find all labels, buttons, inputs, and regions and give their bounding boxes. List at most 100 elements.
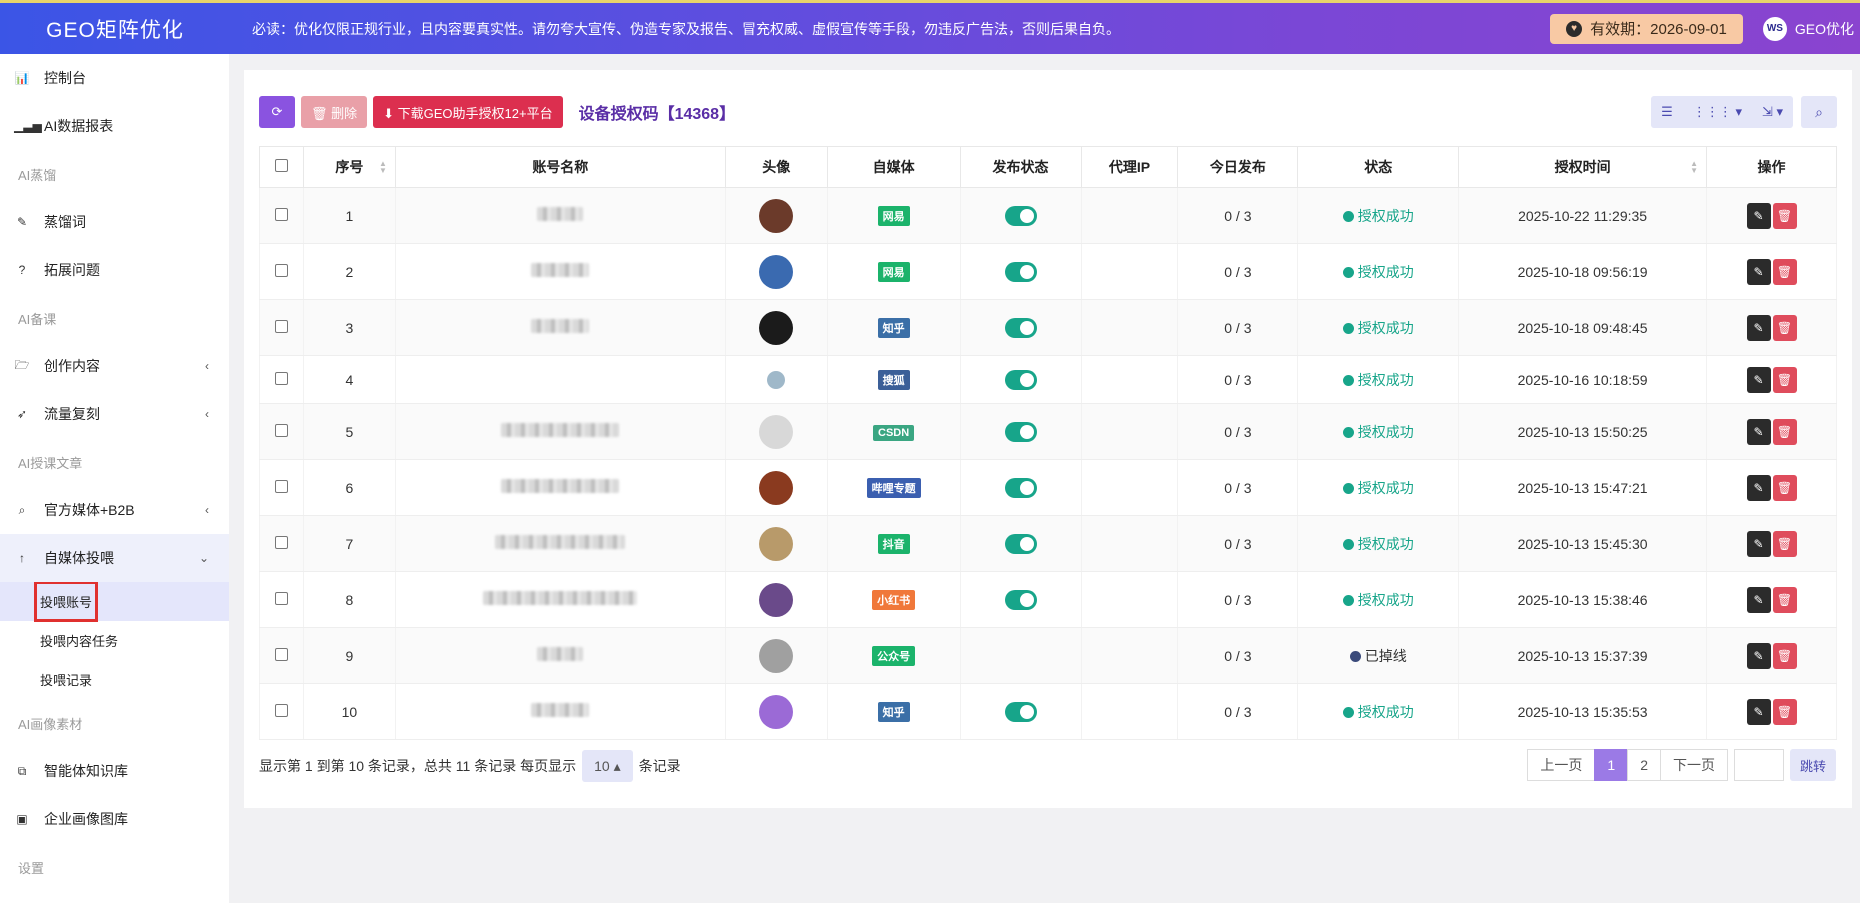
publish-toggle[interactable] (1004, 261, 1037, 282)
sidebar-item[interactable]: 🗁 创作内容 ‹ (0, 342, 229, 390)
page-number-button[interactable]: 2 (1627, 749, 1661, 781)
sidebar-item[interactable]: ✎AI创作指令 (0, 891, 229, 903)
trash-icon[interactable]: 🗑 (1772, 314, 1797, 341)
sidebar-item[interactable]: ▁▃▅ AI数据报表 (0, 102, 229, 150)
edit-icon[interactable]: ✎ (1746, 366, 1771, 393)
columns-icon[interactable]: ⋮⋮⋮ ▾ (1683, 96, 1752, 128)
status-text: 授权成功 (1357, 479, 1414, 496)
sidebar-item[interactable]: 📊 控制台 (0, 54, 229, 102)
validity-badge: ♥ 有效期：2026-09-01 (1550, 13, 1743, 44)
status-dot (1342, 706, 1354, 718)
next-page-button[interactable]: 下一页 (1659, 749, 1728, 781)
row-checkbox[interactable] (274, 423, 288, 437)
account-name-cell (394, 187, 726, 244)
status-text: 授权成功 (1357, 371, 1414, 388)
download-assistant-button[interactable]: ⬇ 下载GEO助手授权12+平台 (373, 96, 563, 128)
column-header: 自媒体 (826, 146, 961, 188)
delete-button[interactable]: 🗑 删除 (301, 96, 368, 128)
publish-toggle[interactable] (1004, 701, 1037, 722)
media-badge: 抖音 (877, 533, 910, 554)
today-publish-cell: 0 / 3 (1177, 299, 1299, 356)
edit-icon[interactable]: ✎ (1746, 258, 1771, 285)
edit-icon[interactable]: ✎ (1746, 474, 1771, 501)
trash-icon[interactable]: 🗑 (1772, 530, 1797, 557)
row-checkbox[interactable] (274, 371, 288, 385)
edit-icon[interactable]: ✎ (1746, 642, 1771, 669)
publish-toggle[interactable] (1004, 421, 1037, 442)
index-cell: 9 (302, 627, 396, 684)
trash-icon[interactable]: 🗑 (1772, 366, 1797, 393)
edit-icon[interactable]: ✎ (1746, 418, 1771, 445)
publish-toggle[interactable] (1004, 533, 1037, 554)
sidebar-subitem[interactable]: 投喂内容任务 (0, 621, 229, 660)
status-text: 授权成功 (1357, 263, 1414, 280)
sort-icon[interactable]: ▲ ▼ (1690, 160, 1698, 175)
index-cell: 2 (302, 243, 396, 300)
column-header[interactable]: 序号 ▲ ▼ (302, 146, 396, 188)
edit-icon[interactable]: ✎ (1746, 202, 1771, 229)
list-view-icon[interactable]: ☰ (1651, 96, 1683, 128)
row-checkbox[interactable] (274, 647, 288, 661)
prev-page-button[interactable]: 上一页 (1527, 749, 1596, 781)
user-menu[interactable]: WS GEO优化 (1762, 16, 1854, 41)
trash-icon[interactable]: 🗑 (1772, 698, 1797, 725)
proxy-ip-cell (1080, 515, 1179, 572)
sidebar-item[interactable]: ➶ 流量复刻 ‹ (0, 390, 229, 438)
row-checkbox[interactable] (274, 207, 288, 221)
sidebar-item[interactable]: ✎ 蒸馏词 (0, 198, 229, 246)
edit-icon[interactable]: ✎ (1746, 698, 1771, 725)
row-checkbox[interactable] (274, 703, 288, 717)
sidebar-item[interactable]: ↑ 自媒体投喂 ⌄ (0, 534, 229, 582)
column-header-label: 序号 (335, 159, 364, 175)
export-icon[interactable]: ⇲ ▾ (1752, 96, 1793, 128)
row-checkbox[interactable] (274, 591, 288, 605)
row-checkbox[interactable] (274, 479, 288, 493)
trash-icon[interactable]: 🗑 (1772, 258, 1797, 285)
brand-logo[interactable]: GEO矩阵优化 (0, 14, 230, 44)
row-checkbox[interactable] (274, 263, 288, 277)
account-name-cell (394, 403, 726, 460)
trash-icon[interactable]: 🗑 (1772, 202, 1797, 229)
checkbox-cell (259, 403, 304, 460)
row-checkbox[interactable] (274, 319, 288, 333)
top-header: GEO矩阵优化 必读：优化仅限正规行业，且内容要真实性。请勿夸大宣传、伪造专家及… (0, 0, 1860, 54)
sidebar-item[interactable]: ? 拓展问题 (0, 246, 229, 294)
column-header[interactable]: 授权时间 ▲ ▼ (1458, 146, 1708, 188)
publish-toggle[interactable] (1004, 477, 1037, 498)
trash-icon[interactable]: 🗑 (1772, 642, 1797, 669)
today-publish-cell: 0 / 3 (1177, 515, 1299, 572)
account-name-blurred (483, 591, 638, 605)
sidebar-item[interactable]: ⌕ 官方媒体+B2B ‹ (0, 486, 229, 534)
index-cell: 4 (302, 355, 396, 404)
pagination-info: 显示第 1 到第 10 条记录，总共 11 条记录 每页显示 10 ▴ 条记录 (259, 750, 681, 782)
media-badge: 知乎 (877, 701, 910, 722)
edit-icon[interactable]: ✎ (1746, 314, 1771, 341)
jump-button[interactable]: 跳转 (1789, 749, 1836, 781)
sidebar-subitem[interactable]: 投喂账号 (0, 581, 229, 622)
search-icon[interactable]: ⌕ (1801, 96, 1837, 128)
jump-page-input[interactable] (1733, 749, 1784, 781)
sidebar-subitem[interactable]: 投喂记录 (0, 660, 229, 699)
status-dot (1342, 482, 1354, 494)
publish-toggle[interactable] (1004, 369, 1037, 390)
row-checkbox[interactable] (274, 535, 288, 549)
select-all-checkbox[interactable] (274, 159, 288, 172)
page-number-button[interactable]: 1 (1594, 749, 1629, 781)
trash-icon[interactable]: 🗑 (1772, 586, 1797, 613)
edit-icon[interactable]: ✎ (1746, 586, 1771, 613)
sidebar-item[interactable]: ▣ 企业画像图库 (0, 795, 229, 843)
account-name-blurred (531, 703, 590, 717)
trash-icon[interactable]: 🗑 (1772, 474, 1797, 501)
folder-icon: 🗁 (14, 357, 30, 372)
account-name-cell (394, 299, 726, 356)
publish-toggle[interactable] (1004, 205, 1037, 226)
trash-icon[interactable]: 🗑 (1772, 418, 1797, 445)
publish-toggle[interactable] (1004, 589, 1037, 610)
sidebar-item[interactable]: ⧉ 智能体知识库 (0, 747, 229, 795)
sort-icon[interactable]: ▲ ▼ (379, 160, 387, 175)
publish-toggle[interactable] (1004, 317, 1037, 338)
sidebar-subitem-label: 投喂账号 (34, 581, 99, 622)
page-size-select[interactable]: 10 ▴ (582, 750, 633, 782)
edit-icon[interactable]: ✎ (1746, 530, 1771, 557)
refresh-button[interactable]: ⟳ (259, 96, 295, 128)
